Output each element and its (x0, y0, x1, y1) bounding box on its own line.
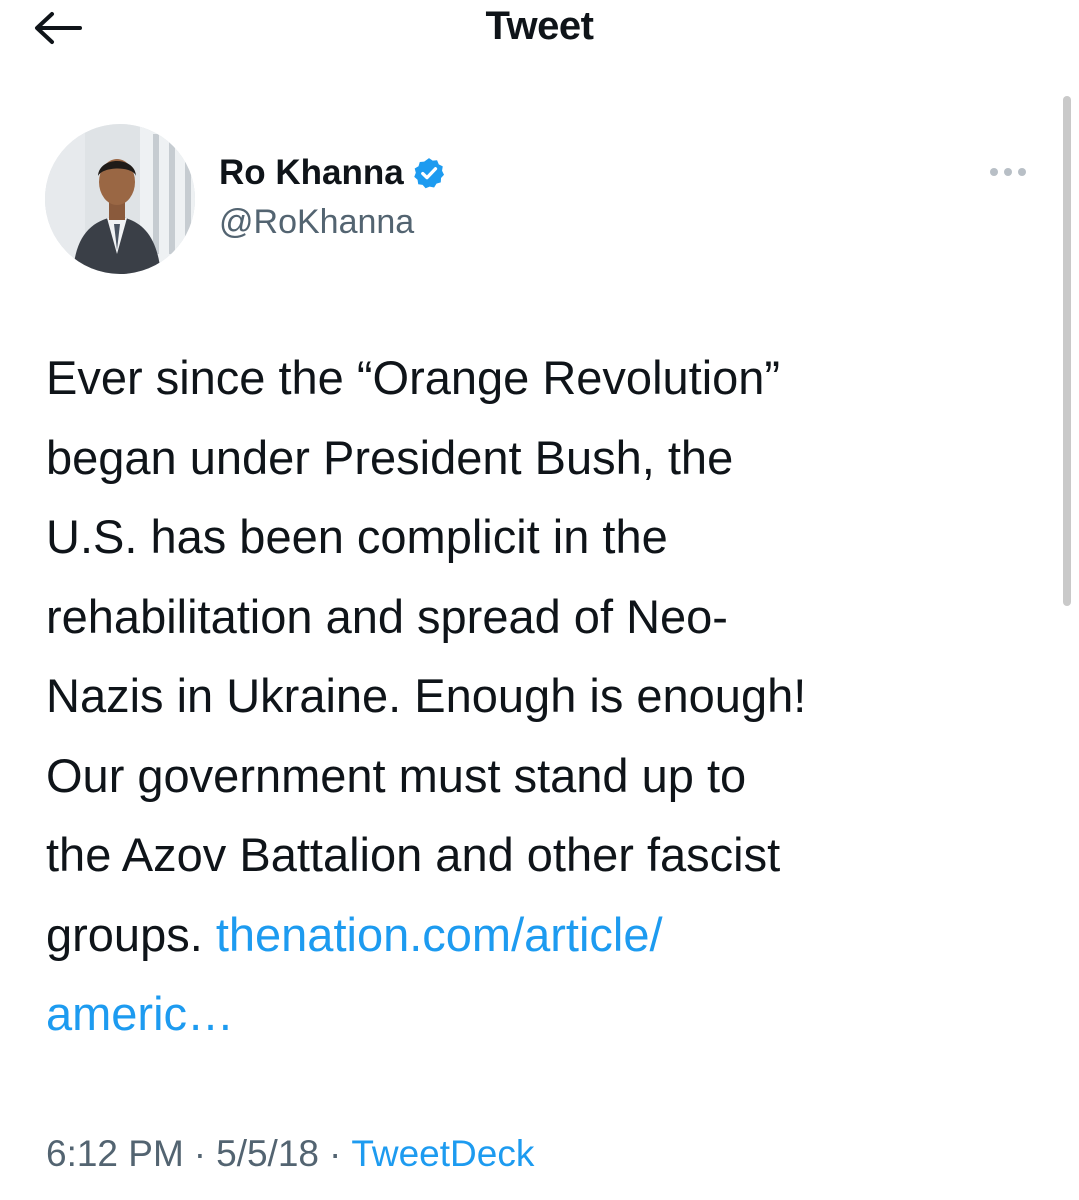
tweet-time: 6:12 PM (46, 1133, 184, 1174)
tweet-text-line: rehabilitation and spread of Neo- (46, 589, 728, 643)
tweet-metadata: 6:12 PM · 5/5/18 · TweetDeck (46, 1133, 534, 1175)
scrollbar[interactable] (1063, 96, 1071, 606)
tweet-text-segment: groups. (46, 907, 216, 961)
top-bar: Tweet (0, 0, 1079, 60)
meta-separator: · (329, 1133, 342, 1174)
more-options-button[interactable] (986, 160, 1030, 184)
page-title: Tweet (485, 4, 594, 48)
tweet-text-line: Our government must stand up to (46, 748, 747, 802)
tweet-text-line: groups. thenation.com/article/ (46, 895, 1046, 975)
author-handle[interactable]: @RoKhanna (219, 203, 414, 242)
tweet-text-line: americ… (46, 974, 1046, 1054)
tweet-source-link[interactable]: TweetDeck (351, 1133, 534, 1174)
tweet-text-line: U.S. has been complicit in the (46, 510, 668, 563)
tweet-text-line: Nazis in Ukraine. Enough is enough! (46, 669, 807, 722)
tweet-text: Ever since the “Orange Revolution” began… (46, 338, 1046, 1054)
article-link[interactable]: thenation.com/article/ (216, 908, 663, 961)
tweet-text-line: began under President Bush, the (46, 430, 734, 484)
profile-photo (45, 124, 195, 274)
tweet-date: 5/5/18 (216, 1133, 319, 1174)
more-icon (990, 168, 1026, 176)
avatar[interactable] (45, 124, 195, 274)
article-link-continued[interactable]: americ… (46, 987, 234, 1040)
author-display-name[interactable]: Ro Khanna (219, 153, 446, 193)
tweet-text-line: the Azov Battalion and other fascist (46, 828, 781, 881)
tweet-text-line: Ever since the “Orange Revolution” (46, 351, 781, 404)
verified-badge-icon (414, 158, 444, 189)
author-name-text: Ro Khanna (219, 153, 404, 192)
meta-separator: · (193, 1133, 207, 1174)
